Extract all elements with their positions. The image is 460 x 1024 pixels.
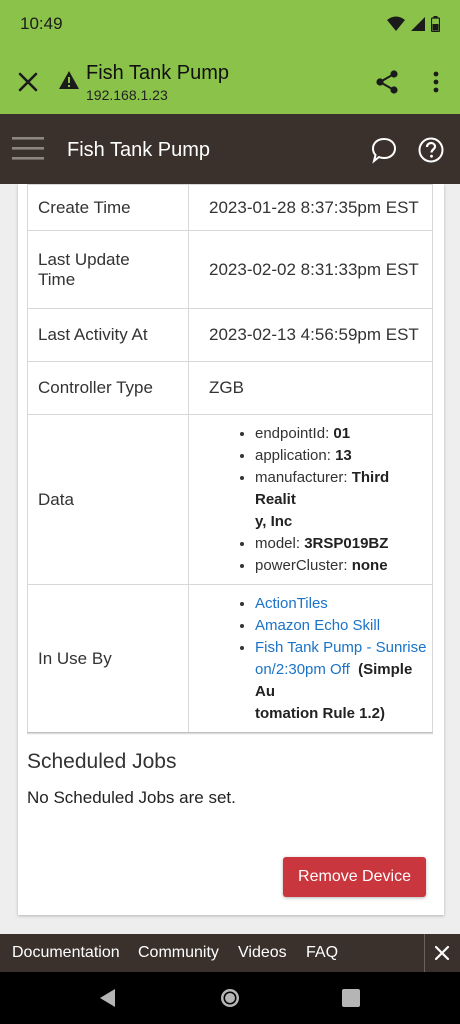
table-row: Last Activity At 2023-02-13 4:56:59pm ES… (27, 308, 433, 362)
wifi-icon (387, 16, 405, 31)
table-row: Last Update Time 2023-02-02 8:31:33pm ES… (27, 230, 433, 309)
status-bar: 10:49 (0, 0, 460, 50)
footer-link-faq[interactable]: FAQ (306, 944, 338, 962)
last-update-label: Last Update Time (27, 230, 189, 309)
list-item: Amazon Echo Skill (255, 615, 432, 637)
last-update-label-line1: Last Update (38, 249, 130, 269)
create-time-value: 2023-01-28 8:37:35pm EST (188, 184, 433, 231)
list-item: Fish Tank Pump - Sunriseon/2:30pm Off (S… (255, 637, 432, 725)
help-icon[interactable] (417, 136, 445, 164)
in-use-by-value: ActionTiles Amazon Echo Skill Fish Tank … (188, 584, 433, 733)
device-info-table: Create Time 2023-01-28 8:37:35pm EST Las… (27, 184, 433, 733)
data-value-text: y, Inc (255, 512, 293, 530)
in-use-by-label: In Use By (27, 584, 189, 733)
footer-link-community[interactable]: Community (138, 944, 219, 962)
data-key: powerCluster: (255, 556, 348, 574)
data-key: model: (255, 534, 301, 552)
page-title: Fish Tank Pump (67, 139, 211, 161)
data-value: endpointId: 01 application: 13 manufactu… (188, 414, 433, 585)
list-item: powerCluster: none (255, 555, 432, 577)
main-content[interactable]: Create Time 2023-01-28 8:37:35pm EST Las… (0, 184, 460, 934)
data-list: endpointId: 01 application: 13 manufactu… (189, 423, 432, 577)
status-icons (387, 16, 440, 32)
last-update-label-line2: Time (38, 269, 76, 289)
table-row: Data endpointId: 01 application: 13 manu… (27, 414, 433, 585)
data-value-text: 01 (333, 424, 351, 442)
browser-url: 192.168.1.23 (86, 87, 168, 103)
device-details-card: Create Time 2023-01-28 8:37:35pm EST Las… (18, 184, 444, 915)
list-item: model: 3RSP019BZ (255, 533, 432, 555)
table-divider (27, 732, 433, 735)
close-icon[interactable] (14, 68, 42, 96)
app-link-actiontiles[interactable]: ActionTiles (255, 595, 328, 612)
last-update-value: 2023-02-02 8:31:33pm EST (188, 230, 433, 309)
table-row: Controller Type ZGB (27, 361, 433, 415)
in-use-by-list: ActionTiles Amazon Echo Skill Fish Tank … (189, 593, 432, 725)
table-row: Create Time 2023-01-28 8:37:35pm EST (27, 184, 433, 231)
footer-link-videos[interactable]: Videos (238, 944, 287, 962)
app-header: Fish Tank Pump (0, 114, 460, 184)
controller-type-label: Controller Type (27, 361, 189, 415)
list-item: endpointId: 01 (255, 423, 432, 445)
back-icon[interactable] (98, 988, 118, 1008)
more-vert-icon[interactable] (424, 69, 448, 95)
warning-icon[interactable] (58, 70, 80, 90)
data-value-text: 13 (335, 446, 352, 464)
recents-icon[interactable] (342, 989, 360, 1007)
rule-link-line2[interactable]: on/2:30pm Off (255, 661, 350, 678)
list-item: application: 13 (255, 445, 432, 467)
rule-type-line2: tomation Rule 1.2) (255, 704, 386, 722)
chat-bubble-icon[interactable] (370, 136, 398, 164)
signal-icon (411, 17, 425, 31)
controller-type-value: ZGB (188, 361, 433, 415)
last-activity-value: 2023-02-13 4:56:59pm EST (188, 308, 433, 362)
list-item: manufacturer: Third Reality, Inc (255, 467, 432, 533)
data-label: Data (27, 414, 189, 585)
hamburger-menu-icon[interactable] (12, 135, 44, 161)
table-row: In Use By ActionTiles Amazon Echo Skill … (27, 584, 433, 733)
app-link-echo-skill[interactable]: Amazon Echo Skill (255, 617, 380, 634)
data-value-text: none (351, 556, 388, 574)
scheduled-jobs-message: No Scheduled Jobs are set. (27, 788, 236, 807)
footer-links-bar: Documentation Community Videos FAQ (0, 934, 460, 972)
close-footer-icon[interactable] (424, 934, 460, 972)
remove-device-button[interactable]: Remove Device (283, 857, 426, 897)
status-time: 10:49 (20, 14, 63, 33)
share-icon[interactable] (374, 69, 400, 95)
data-key: application: (255, 446, 331, 464)
data-value-text: 3RSP019BZ (304, 534, 389, 552)
battery-icon (431, 16, 440, 32)
create-time-label: Create Time (27, 184, 189, 231)
list-item: ActionTiles (255, 593, 432, 615)
browser-page-title: Fish Tank Pump (86, 62, 230, 84)
rule-link-line1[interactable]: Fish Tank Pump - Sunrise (255, 639, 426, 656)
browser-toolbar: Fish Tank Pump 192.168.1.23 (0, 50, 460, 114)
scheduled-jobs-title: Scheduled Jobs (27, 750, 177, 773)
home-icon[interactable] (219, 987, 241, 1009)
system-nav-bar (0, 972, 460, 1024)
data-key: manufacturer: (255, 468, 348, 486)
footer-link-documentation[interactable]: Documentation (12, 944, 120, 962)
data-key: endpointId: (255, 424, 330, 442)
last-activity-label: Last Activity At (27, 308, 189, 362)
